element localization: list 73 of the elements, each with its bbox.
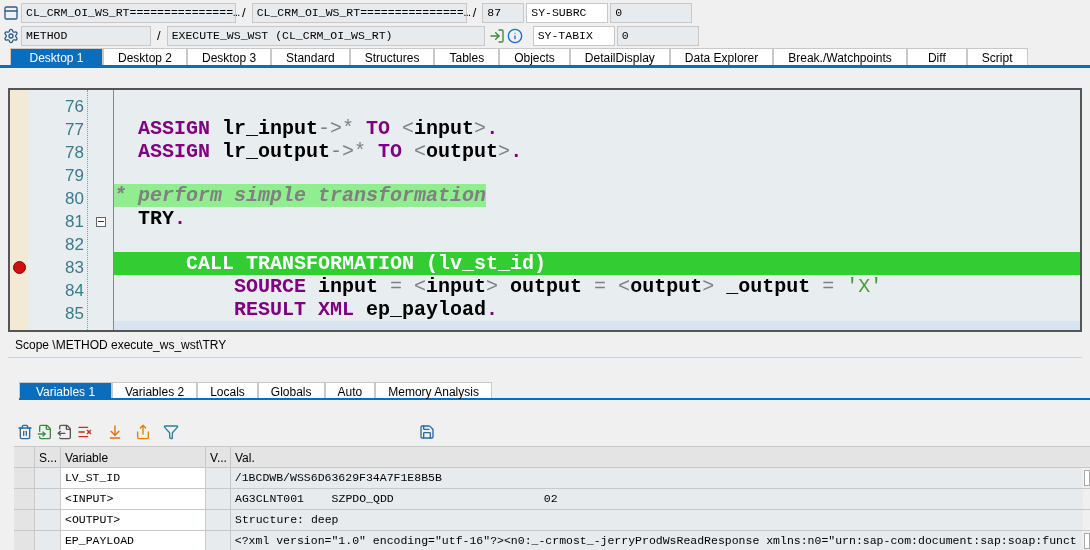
scope-label: Scope \METHOD execute_ws_wst\TRY [15,336,227,354]
row-header-cell[interactable] [14,531,34,550]
variables-tab[interactable]: Variables 1 [19,382,112,398]
separator: / [471,4,478,23]
variables-tab[interactable]: Globals [257,382,325,398]
variables-tab[interactable]: Locals [197,382,258,398]
variable-cell[interactable]: EP_PAYLOAD [59,531,205,550]
desktop-tab[interactable]: Structures [349,48,435,65]
desktop-tab[interactable]: Script [966,48,1028,65]
save-icon[interactable] [419,424,435,440]
gear-icon [3,28,19,44]
line-number: 79 [65,165,84,187]
variable-cell[interactable]: <OUTPUT> [60,510,205,530]
document-arrow-icon[interactable] [37,424,53,440]
system-field-name: SY-SUBRC [526,3,609,23]
line-field: 87 [482,3,525,23]
desktop-tab[interactable]: Desktop 3 [187,48,272,65]
variable-cell[interactable]: <INPUT> [60,489,205,509]
value-cell-text: AG3CLNT001 SZPDO_QDD [235,491,394,508]
line-number: 78 [65,142,84,164]
event-field: EXECUTE_WS_WST (CL_CRM_OI_WS_RT) [166,26,485,46]
row-header-cell[interactable] [14,489,34,509]
line-number: 83 [65,257,84,279]
line-number: 77 [65,119,84,141]
desktop-tab[interactable]: Desktop 1 [10,48,103,65]
code-line: SOURCE input = <input> output = <output> _output = 'X' [233,274,883,298]
value-cell-text: 02 [543,491,558,508]
line-number: 76 [65,96,84,118]
variables-tab[interactable]: Variables 2 [112,382,198,398]
code-line: TRY. [137,207,187,231]
variables-tab[interactable]: Memory Analysis [375,382,492,398]
list-remove-icon[interactable] [77,424,93,440]
row-header-cell[interactable] [14,510,34,530]
detail-button[interactable] [1084,533,1090,549]
collapse-toggle[interactable] [95,216,106,227]
code-line: RESULT XML ep_payload. [233,297,499,321]
arrows-down-icon[interactable] [107,424,123,440]
document-arrow-icon[interactable] [57,424,73,440]
system-field-value: 0 [616,26,699,46]
separator: / [156,27,162,46]
desktop-tab[interactable]: Break./Watchpoints [773,48,907,65]
variable-cell[interactable]: LV_ST_ID [59,468,205,488]
event-type-field: METHOD [21,26,151,46]
line-number: 81 [65,211,84,233]
code-line: ASSIGN lr_input->* TO <input>. [137,116,499,140]
stop-icon[interactable] [12,261,26,274]
desktop-tab[interactable]: Desktop 2 [103,48,188,65]
line-number: 82 [65,234,84,256]
desktop-tab[interactable]: Tables [434,48,500,65]
desktop-tab[interactable]: Standard [271,48,350,65]
desktop-tab[interactable]: Data Explorer [669,48,774,65]
line-number: 80 [65,188,84,210]
info-icon[interactable] [506,28,523,44]
value-cell-text: <?xml version="1.0" encoding="utf-16"?><n0:_-crmost_-jerryProdWsReadResponse xmlns:n0="urn:sap-com:document:sap:soap:funct [234,533,1077,550]
row-header-cell[interactable] [14,468,34,488]
delete-icon[interactable] [17,424,33,440]
navigate-icon[interactable] [488,28,505,44]
detail-button[interactable] [1084,470,1090,486]
line-number: 84 [65,280,84,302]
value-cell-text: Structure: deep [235,512,339,529]
desktop-tab[interactable]: Objects [499,48,570,65]
desktop-tab[interactable]: Diff [906,48,967,65]
variables-tab[interactable]: Auto [324,382,376,398]
value-cell-text: /1BCDWB/WSS6D63629F34A7F1E8B5B [234,470,442,487]
desktop-tab[interactable]: DetailDisplay [569,48,670,65]
system-field-name: SY-TABIX [532,26,615,46]
export-icon[interactable] [135,424,151,440]
program-icon [3,5,19,21]
separator: / [241,4,247,23]
system-field-value: 0 [610,3,693,23]
code-line: ASSIGN lr_output->* TO <output>. [137,139,523,163]
filter-icon[interactable] [163,424,179,440]
line-number: 85 [65,303,84,325]
